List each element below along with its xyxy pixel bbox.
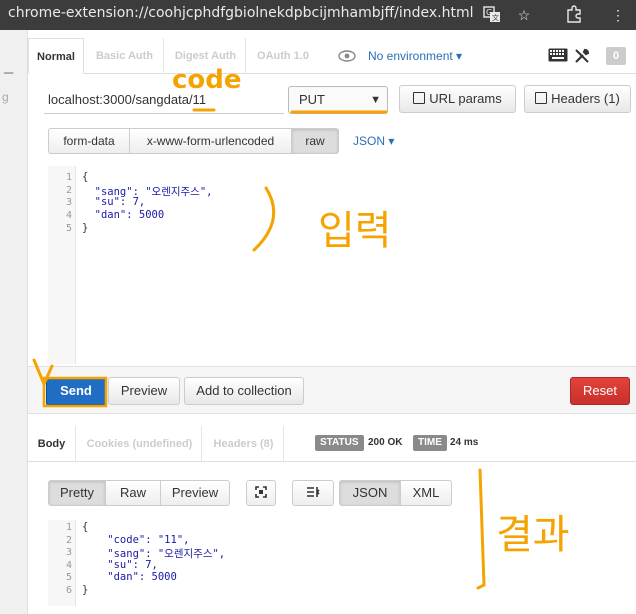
- wrench-settings-icon[interactable]: [574, 48, 592, 64]
- translate-icon[interactable]: G文: [482, 5, 502, 25]
- tab-response-body[interactable]: Body: [28, 426, 76, 462]
- keyboard-icon[interactable]: [548, 48, 568, 64]
- code-line: "su": 7,: [82, 196, 146, 208]
- tab-normal[interactable]: Normal: [28, 38, 84, 74]
- environment-dropdown[interactable]: No environment ▾: [368, 38, 462, 74]
- status-value: 200 OK: [368, 437, 403, 448]
- line-number: 5: [65, 223, 72, 234]
- headers-label: Headers (1): [551, 91, 620, 106]
- tab-oauth[interactable]: OAuth 1.0: [248, 38, 318, 74]
- time-badge: TIME: [413, 435, 447, 451]
- fullscreen-button[interactable]: [246, 480, 276, 506]
- fullscreen-icon: [255, 486, 267, 498]
- time-value: 24 ms: [450, 437, 479, 448]
- code-line: }: [82, 584, 89, 596]
- preview-button[interactable]: Preview: [108, 377, 180, 405]
- code-line: {: [82, 171, 89, 183]
- sidebar-handle-icon: g: [2, 90, 9, 104]
- line-number: 5: [65, 572, 72, 583]
- eye-icon[interactable]: [338, 49, 356, 62]
- body-type-form-data[interactable]: form-data: [48, 128, 130, 154]
- auth-tabs: Normal Basic Auth Digest Auth OAuth 1.0 …: [28, 38, 636, 74]
- tab-digest-auth[interactable]: Digest Auth: [166, 38, 246, 74]
- edit-icon: [413, 92, 426, 104]
- request-body-editor[interactable]: 1 2 3 4 5 { "sang": "오렌지주스", "su": 7, "d…: [48, 166, 636, 364]
- body-type-urlencoded[interactable]: x-www-form-urlencoded: [129, 128, 292, 154]
- add-to-collection-button[interactable]: Add to collection: [184, 377, 304, 405]
- response-body-viewer[interactable]: 1 2 3 4 5 6 { "code": "11", "sang": "오렌지…: [48, 520, 636, 606]
- reset-button[interactable]: Reset: [570, 377, 630, 405]
- code-line: }: [82, 222, 89, 234]
- wrap-lines-button[interactable]: [292, 480, 334, 506]
- line-number: 2: [65, 185, 72, 196]
- format-json[interactable]: JSON: [339, 480, 401, 506]
- body-format-label: JSON: [353, 134, 386, 148]
- send-button[interactable]: Send: [46, 377, 106, 405]
- svg-text:文: 文: [492, 13, 499, 22]
- sidebar-handle-icon: ▁: [4, 60, 14, 74]
- code-line: "dan": 5000: [82, 571, 177, 583]
- url-params-label: URL params: [429, 91, 502, 106]
- main-panel: Normal Basic Auth Digest Auth OAuth 1.0 …: [28, 30, 636, 614]
- line-number: 6: [65, 585, 72, 596]
- response-tabs: Body Cookies (undefined) Headers (8) STA…: [28, 426, 636, 462]
- view-raw[interactable]: Raw: [105, 480, 161, 506]
- body-type-raw[interactable]: raw: [291, 128, 339, 154]
- left-sidebar-strip: ▁ g: [0, 30, 28, 614]
- line-number: 1: [65, 522, 72, 533]
- url-params-button[interactable]: URL params: [399, 85, 516, 113]
- environment-label: No environment: [368, 49, 453, 63]
- request-url-input[interactable]: [44, 86, 284, 114]
- notification-badge[interactable]: 0: [606, 47, 626, 65]
- view-preview[interactable]: Preview: [160, 480, 230, 506]
- line-number: 1: [65, 172, 72, 183]
- chevron-down-icon: ▼: [370, 94, 381, 106]
- code-line: "dan": 5000: [82, 209, 165, 221]
- code-line: "code": "11",: [82, 534, 190, 546]
- tab-basic-auth[interactable]: Basic Auth: [86, 38, 164, 74]
- status-badge: STATUS: [315, 435, 364, 451]
- code-line: "su": 7,: [82, 559, 158, 571]
- line-number: 4: [65, 210, 72, 221]
- method-select[interactable]: PUT ▼: [288, 86, 388, 114]
- bookmark-star-icon[interactable]: ☆: [514, 5, 534, 25]
- format-xml[interactable]: XML: [400, 480, 452, 506]
- method-value: PUT: [299, 92, 325, 107]
- tab-response-headers[interactable]: Headers (8): [204, 426, 284, 462]
- body-format-dropdown[interactable]: JSON ▾: [353, 128, 394, 154]
- edit-icon: [535, 92, 548, 104]
- extensions-puzzle-icon[interactable]: [564, 5, 584, 25]
- action-bar: Send Preview Add to collection Reset: [28, 366, 636, 414]
- line-number: 3: [65, 197, 72, 208]
- browser-url[interactable]: chrome-extension://coohjcphdfgbiolnekdpb…: [8, 5, 474, 21]
- code-line: {: [82, 521, 89, 533]
- line-number: 3: [65, 547, 72, 558]
- browser-address-bar: chrome-extension://coohjcphdfgbiolnekdpb…: [0, 0, 636, 30]
- wrap-lines-icon: [307, 487, 320, 497]
- line-number: 4: [65, 560, 72, 571]
- browser-menu-icon[interactable]: ⋮: [608, 5, 628, 25]
- line-number: 2: [65, 535, 72, 546]
- headers-button[interactable]: Headers (1): [524, 85, 631, 113]
- tab-response-cookies[interactable]: Cookies (undefined): [78, 426, 202, 462]
- view-pretty[interactable]: Pretty: [48, 480, 106, 506]
